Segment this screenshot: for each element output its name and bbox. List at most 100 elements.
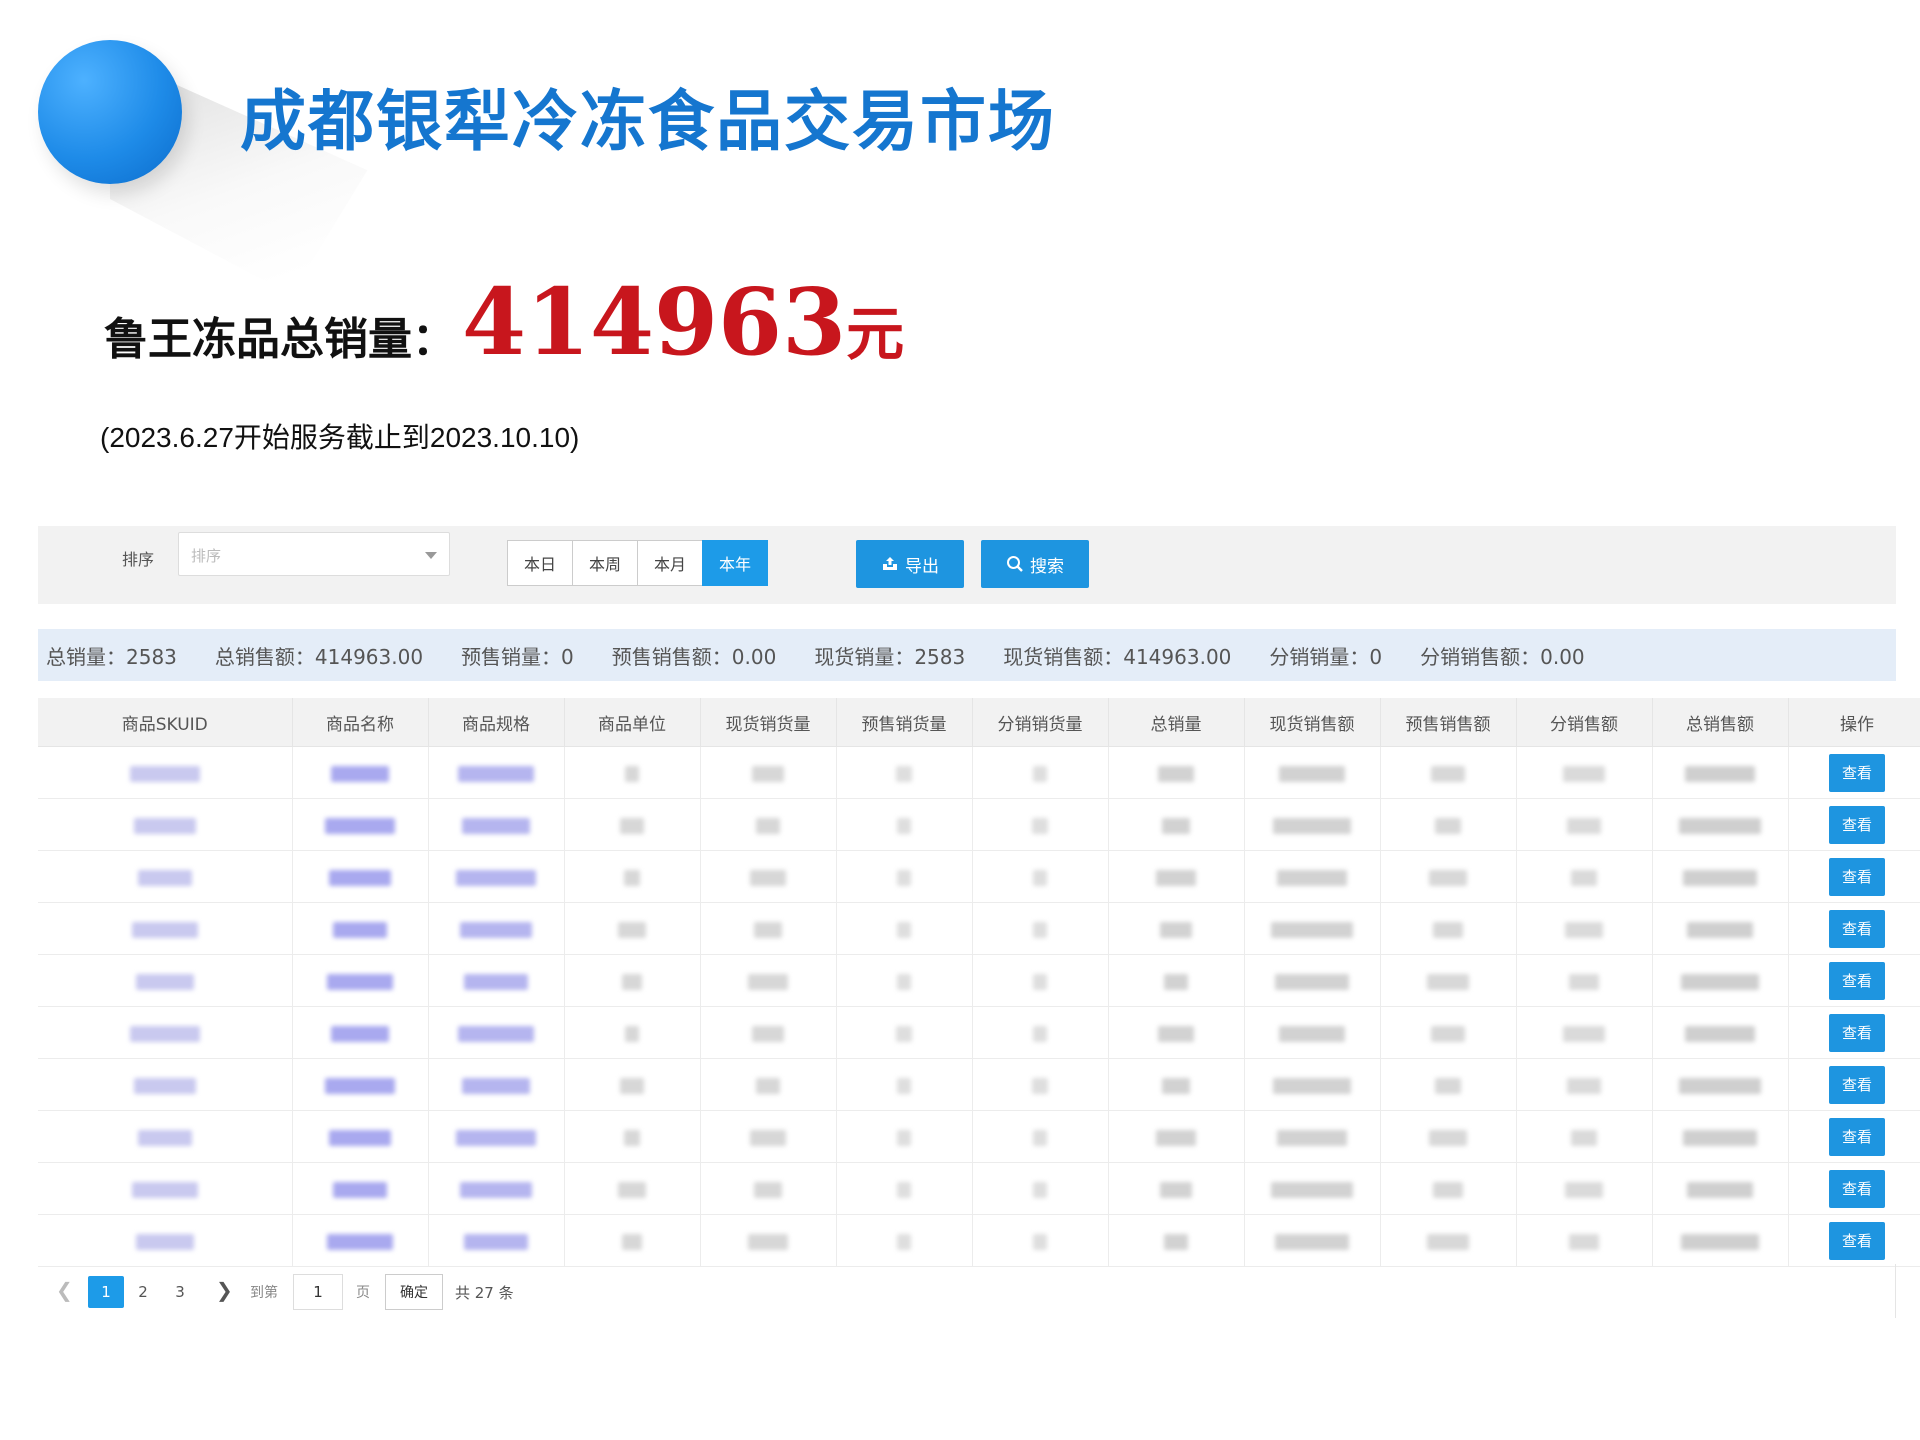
stat-total-quantity: 总销量：2583	[46, 644, 177, 669]
goto-confirm-button[interactable]: 确定	[385, 1274, 443, 1310]
redacted-value	[897, 921, 911, 938]
table-cell-action: 查看	[1788, 850, 1920, 903]
redacted-value	[1160, 921, 1192, 938]
table-cell	[1108, 1110, 1245, 1163]
redacted-value	[1275, 973, 1349, 990]
redacted-value	[750, 869, 786, 886]
range-month-button[interactable]: 本月	[637, 540, 703, 586]
table-cell	[836, 1058, 973, 1111]
column-header-spec: 商品规格	[428, 698, 565, 747]
page-1-button[interactable]: 1	[88, 1276, 124, 1308]
stats-summary-bar: 总销量：2583 总销售额：414963.00 预售销量：0 预售销售额：0.0…	[38, 629, 1896, 681]
redacted-value	[135, 973, 194, 990]
table-cell	[836, 746, 973, 799]
redacted-value	[1679, 817, 1761, 834]
service-period-note: (2023.6.27开始服务截止到2023.10.10)	[100, 422, 580, 453]
redacted-value	[1571, 1129, 1597, 1146]
column-header-total-quantity: 总销量	[1108, 698, 1245, 747]
export-button[interactable]: 导出	[856, 540, 964, 588]
column-header-presale-quantity: 预售销货量	[836, 698, 973, 747]
redacted-value	[624, 869, 640, 886]
page-2-button[interactable]: 2	[125, 1276, 161, 1308]
redacted-value	[896, 1025, 912, 1042]
sort-select-placeholder: 排序	[191, 547, 222, 565]
table-body: 查看 查看 查看 查看 查看 查看 查看 查看 查看 查看	[38, 746, 1920, 1267]
table-cell	[1652, 1214, 1789, 1267]
next-page-icon[interactable]: ❯	[216, 1278, 233, 1302]
redacted-value	[1679, 1077, 1761, 1094]
redacted-value	[1681, 1233, 1759, 1250]
redacted-value	[1033, 1129, 1047, 1146]
redacted-value	[133, 1077, 196, 1094]
table-cell	[972, 746, 1109, 799]
redacted-value	[1275, 1233, 1349, 1250]
pagination: ❮ 1 2 3 ❯ 到第 1 页 确定 共 27 条	[38, 1264, 1896, 1318]
redacted-value	[897, 817, 911, 834]
table-cell	[700, 1162, 837, 1215]
redacted-value	[1033, 973, 1047, 990]
redacted-value	[133, 817, 196, 834]
redacted-value	[748, 973, 788, 990]
table-cell	[38, 1006, 293, 1059]
view-button[interactable]: 查看	[1829, 805, 1885, 844]
view-button[interactable]: 查看	[1829, 1065, 1885, 1104]
range-today-button[interactable]: 本日	[507, 540, 573, 586]
prev-page-icon[interactable]: ❮	[56, 1278, 73, 1302]
redacted-value	[137, 1129, 192, 1146]
search-icon	[1007, 556, 1023, 572]
view-button[interactable]: 查看	[1829, 1221, 1885, 1260]
view-button[interactable]: 查看	[1829, 857, 1885, 896]
redacted-value	[1033, 921, 1047, 938]
view-button[interactable]: 查看	[1829, 1169, 1885, 1208]
redacted-value	[1032, 817, 1048, 834]
redacted-value	[1427, 973, 1469, 990]
table-cell	[38, 798, 293, 851]
table-cell	[1380, 1162, 1517, 1215]
page-3-button[interactable]: 3	[162, 1276, 198, 1308]
column-header-total-amount: 总销售额	[1652, 698, 1789, 747]
redacted-value	[1277, 1129, 1347, 1146]
table-cell	[564, 1214, 701, 1267]
table-row: 查看	[38, 1058, 1920, 1111]
table-cell	[700, 902, 837, 955]
view-button[interactable]: 查看	[1829, 909, 1885, 948]
view-button[interactable]: 查看	[1829, 753, 1885, 792]
view-button[interactable]: 查看	[1829, 961, 1885, 1000]
table-cell	[38, 954, 293, 1007]
table-cell	[700, 746, 837, 799]
view-button[interactable]: 查看	[1829, 1117, 1885, 1156]
redacted-value	[1164, 973, 1188, 990]
redacted-value	[1158, 765, 1194, 782]
redacted-value	[1033, 1233, 1047, 1250]
stat-spot-amount: 现货销售额：414963.00	[1003, 644, 1232, 669]
table-cell	[700, 1110, 837, 1163]
redacted-value	[1687, 921, 1753, 938]
redacted-value	[1569, 973, 1599, 990]
table-cell	[1380, 1110, 1517, 1163]
table-cell	[292, 902, 429, 955]
table-cell	[1108, 954, 1245, 1007]
redacted-value	[897, 1233, 911, 1250]
chevron-down-icon	[425, 552, 437, 559]
table-cell	[564, 798, 701, 851]
redacted-value	[756, 817, 780, 834]
table-cell	[1652, 746, 1789, 799]
redacted-value	[625, 1025, 639, 1042]
table-cell	[428, 1110, 565, 1163]
logo-circle	[38, 40, 182, 184]
range-year-button[interactable]: 本年	[702, 540, 768, 586]
table-cell	[38, 902, 293, 955]
table-cell	[836, 902, 973, 955]
sort-select[interactable]: 排序	[178, 532, 450, 576]
table-cell-action: 查看	[1788, 1214, 1920, 1267]
view-button[interactable]: 查看	[1829, 1013, 1885, 1052]
table-cell	[428, 1162, 565, 1215]
goto-page-input[interactable]: 1	[293, 1274, 343, 1310]
range-week-button[interactable]: 本周	[572, 540, 638, 586]
search-button[interactable]: 搜索	[981, 540, 1089, 588]
redacted-value	[1033, 1025, 1047, 1042]
table-cell	[1244, 798, 1381, 851]
sales-table: 商品SKUID 商品名称 商品规格 商品单位 现货销货量 预售销货量 分销销货量…	[38, 698, 1920, 1267]
table-cell	[1244, 850, 1381, 903]
redacted-value	[896, 765, 912, 782]
